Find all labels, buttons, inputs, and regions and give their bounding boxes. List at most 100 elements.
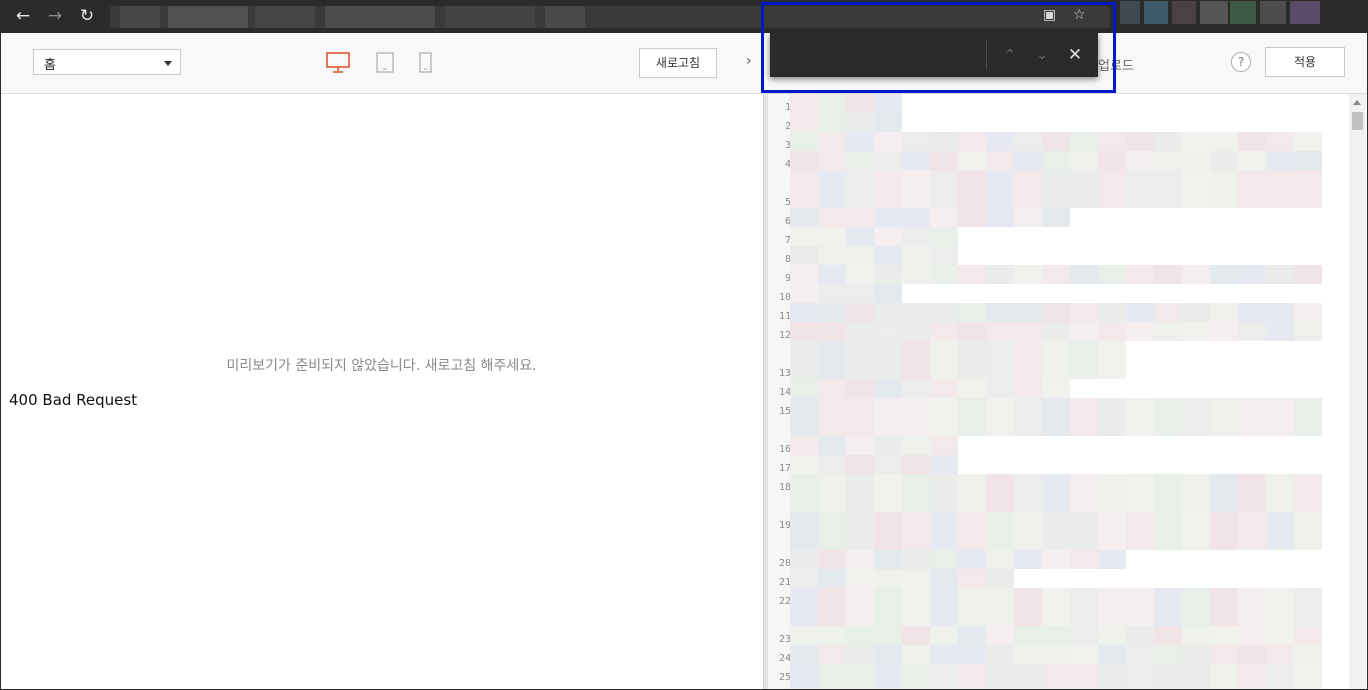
code-token <box>930 341 958 379</box>
code-token <box>1154 132 1182 151</box>
code-token <box>790 645 818 664</box>
code-token <box>902 341 930 379</box>
code-token <box>790 398 818 436</box>
forward-arrow-icon[interactable]: → <box>42 4 68 28</box>
tablet-view-icon[interactable] <box>376 52 394 78</box>
code-token <box>846 398 874 436</box>
code-token <box>874 170 902 208</box>
avatar[interactable] <box>1290 0 1320 24</box>
code-token <box>986 398 1014 436</box>
code-token <box>902 246 930 265</box>
code-token <box>1182 322 1210 341</box>
refresh-button[interactable]: 새로고침 <box>639 48 717 78</box>
extension-icon[interactable] <box>1230 0 1256 24</box>
code-token <box>1042 550 1070 569</box>
code-token <box>1014 474 1042 512</box>
code-token <box>874 227 902 246</box>
code-token <box>1154 170 1182 208</box>
code-token <box>846 664 874 690</box>
scrollbar-thumb[interactable] <box>1352 112 1363 130</box>
code-token <box>818 645 846 664</box>
code-token <box>874 474 902 512</box>
page-select-value: 홈 <box>44 58 56 73</box>
editor-scrollbar[interactable] <box>1349 94 1366 690</box>
extension-icon[interactable] <box>1120 0 1140 24</box>
back-arrow-icon[interactable]: ← <box>10 4 36 28</box>
code-token <box>930 550 958 569</box>
code-token <box>1098 341 1126 379</box>
code-token <box>1014 265 1042 284</box>
reload-icon[interactable]: ↻ <box>74 4 100 28</box>
code-token <box>1238 151 1266 170</box>
code-token <box>930 170 958 208</box>
code-token <box>846 246 874 265</box>
code-token <box>790 303 818 322</box>
code-token <box>1126 645 1154 664</box>
code-token <box>902 303 930 322</box>
code-editor[interactable]: 1 2 3 4 5 6 7 8 9 10 11 12 13 14 15 16 17 18 19 20 21 22 23 24 2… <box>768 94 1368 690</box>
code-token <box>1294 588 1322 626</box>
code-token <box>818 265 846 284</box>
code-token <box>1070 265 1098 284</box>
code-token <box>902 379 930 398</box>
code-token <box>1210 398 1238 436</box>
code-token <box>846 170 874 208</box>
code-token <box>958 379 986 398</box>
page-select[interactable]: 홈 <box>33 49 181 75</box>
desktop-view-icon[interactable] <box>326 52 350 78</box>
code-token <box>1266 645 1294 664</box>
code-token <box>1042 588 1070 626</box>
extension-icon[interactable] <box>1172 0 1196 24</box>
code-token <box>930 265 958 284</box>
code-token <box>1294 512 1322 550</box>
code-token <box>790 94 818 113</box>
code-token <box>1294 645 1322 664</box>
code-token <box>1182 588 1210 626</box>
code-token <box>846 455 874 474</box>
code-token <box>1126 664 1154 690</box>
code-token <box>1182 512 1210 550</box>
code-token <box>902 569 930 588</box>
help-icon[interactable]: ? <box>1231 52 1251 72</box>
code-token <box>846 645 874 664</box>
scroll-up-icon[interactable] <box>1353 100 1361 105</box>
code-token <box>818 113 846 132</box>
code-token <box>1294 474 1322 512</box>
code-token <box>1294 151 1322 170</box>
code-token <box>1238 170 1266 208</box>
code-token <box>958 569 986 588</box>
code-token <box>930 303 958 322</box>
chevron-right-icon[interactable]: › <box>746 53 752 69</box>
code-token <box>874 645 902 664</box>
line-number: 23 <box>778 634 791 645</box>
code-token <box>902 265 930 284</box>
extension-icon[interactable] <box>1200 0 1228 24</box>
line-number: 18 <box>778 482 791 493</box>
code-token <box>1070 170 1098 208</box>
code-token <box>1182 664 1210 690</box>
code-token <box>1126 512 1154 550</box>
code-token <box>1182 170 1210 208</box>
code-token <box>818 284 846 303</box>
code-token <box>986 341 1014 379</box>
code-token <box>1266 322 1294 341</box>
code-token <box>1042 379 1070 398</box>
code-token <box>1154 512 1182 550</box>
code-token <box>1154 588 1182 626</box>
mobile-view-icon[interactable] <box>419 52 432 78</box>
line-number: 24 <box>778 653 791 664</box>
code-token <box>1266 588 1294 626</box>
code-token <box>958 626 986 645</box>
apply-button[interactable]: 적용 <box>1265 47 1345 77</box>
code-token <box>818 664 846 690</box>
code-token <box>930 455 958 474</box>
extension-icon[interactable] <box>1144 0 1168 24</box>
code-token <box>874 398 902 436</box>
code-token <box>986 569 1014 588</box>
code-token <box>818 379 846 398</box>
code-token <box>790 170 818 208</box>
line-number: 10 <box>778 292 791 303</box>
code-token <box>1210 664 1238 690</box>
code-token <box>902 664 930 690</box>
extension-icon[interactable] <box>1260 0 1286 24</box>
